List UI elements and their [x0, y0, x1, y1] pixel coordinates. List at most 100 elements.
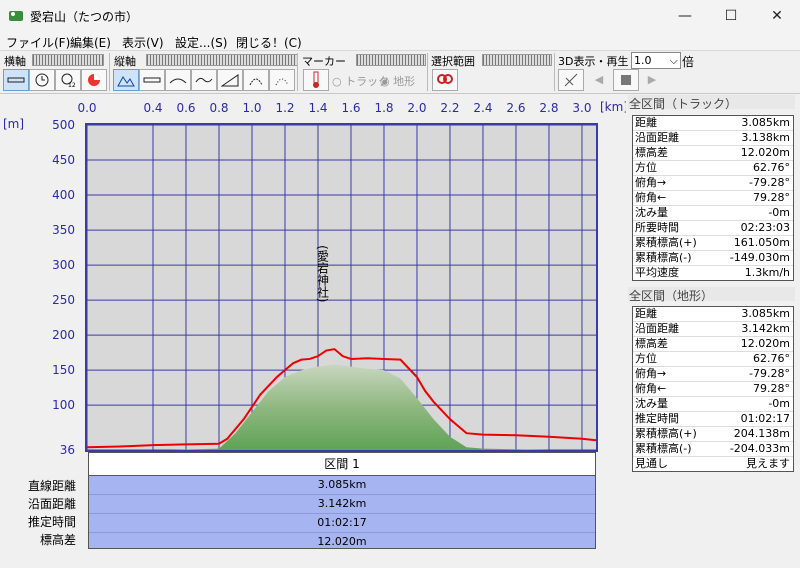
clock-123-icon[interactable]: 123 [55, 69, 81, 91]
track-section-title: 全区間（トラック） [628, 95, 795, 111]
axis-distance-button[interactable] [3, 69, 29, 91]
slope-icon[interactable] [217, 69, 243, 91]
yokojiku-slider[interactable] [32, 54, 104, 66]
x-tick-label: 2.4 [473, 101, 492, 115]
stat-value: 79.28° [753, 191, 790, 204]
stat-value: -0m [768, 206, 790, 219]
window-title: 愛宕山（たつの市） [30, 10, 139, 24]
x-tick-label: 1.4 [308, 101, 327, 115]
rewind-icon[interactable]: ◀ [587, 69, 611, 89]
toolbar-separator [554, 53, 555, 91]
svg-text:123: 123 [68, 82, 76, 88]
toolbar-separator [109, 53, 110, 91]
stat-value: -0m [768, 397, 790, 410]
stat-label: 距離 [635, 307, 657, 320]
stat-row: 見通し 見えます [633, 457, 793, 471]
segment-header: 区間 1 [88, 452, 596, 476]
menu-settings[interactable]: 設定...(S) [175, 34, 227, 51]
stat-label: 標高差 [635, 337, 668, 350]
stat-label: 距離 [635, 116, 657, 129]
stat-value: 3.142km [741, 322, 790, 335]
clock-icon[interactable] [29, 69, 55, 91]
speed-unit: 倍 [682, 55, 695, 69]
stat-label: 沿面距離 [635, 322, 679, 335]
track-stats-table: 距離 3.085km 沿面距離 3.138km 標高差 12.020m 方位 62.76° 俯角… [632, 115, 794, 281]
segment-value: 01:02:17 [89, 514, 595, 533]
stat-row: 沿面距離 3.138km [633, 131, 793, 146]
stat-row: 俯角→ -79.28° [633, 176, 793, 191]
satellite-icon[interactable] [558, 69, 584, 91]
x-tick-label: 2.6 [506, 101, 525, 115]
y-tick-label: 150 [52, 363, 75, 377]
stat-row: 標高差 12.020m [633, 146, 793, 161]
toolbar: 横軸 123 縦軸 マーカー ○ トラック ◉ 地形 選択範囲 3D表示・再生 … [0, 50, 800, 94]
segment-label: 標高差 [39, 533, 76, 547]
terrain-b-icon[interactable] [243, 69, 269, 91]
profile-mountain-icon[interactable] [113, 69, 139, 91]
stat-label: 推定時間 [635, 412, 679, 425]
stat-label: 累積標高(-) [635, 442, 692, 455]
segment-value: 3.142km [89, 495, 595, 514]
segment-label: 推定時間 [27, 515, 76, 529]
stop-icon[interactable] [613, 69, 639, 91]
thermometer-icon[interactable] [303, 69, 329, 91]
close-button[interactable]: ✕ [754, 0, 800, 32]
stat-label: 平均速度 [635, 266, 679, 279]
stat-row: 所要時間 02:23:03 [633, 221, 793, 236]
maximize-button[interactable]: ☐ [708, 0, 754, 32]
stat-value: 3.085km [741, 307, 790, 320]
stat-row: 推定時間 01:02:17 [633, 412, 793, 427]
pie-clock-icon[interactable] [81, 69, 107, 91]
stat-label: 沈み量 [635, 206, 668, 219]
y-tick-label: 250 [52, 293, 75, 307]
x-tick-label: 0.4 [143, 101, 162, 115]
marker-slider[interactable] [356, 54, 426, 66]
stat-row: 俯角← 79.28° [633, 191, 793, 206]
curve-profile-icon[interactable] [165, 69, 191, 91]
stat-value: -149.030m [729, 251, 790, 264]
stat-row: 方位 62.76° [633, 161, 793, 176]
view3d-label: 3D表示・再生 [558, 55, 629, 68]
stat-value: 12.020m [740, 146, 790, 159]
stat-row: 累積標高(+) 204.138m [633, 427, 793, 442]
y-unit: [m] [3, 117, 24, 131]
app-icon [9, 11, 23, 21]
selection-lock-icon[interactable] [432, 69, 458, 91]
stat-value: -79.28° [749, 176, 790, 189]
menu-bar: ファイル(F) 編集(E) 表示(V) 設定...(S) 閉じる！(C) [0, 32, 800, 50]
stat-label: 累積標高(+) [635, 236, 697, 249]
stat-row: 俯角← 79.28° [633, 382, 793, 397]
y-tick-label: 500 [52, 118, 75, 132]
tatejiku-label: 縦軸 [114, 55, 136, 68]
toolbar-separator [297, 53, 298, 91]
terrain-radio-label: 地形 [393, 75, 416, 88]
stat-label: 俯角← [635, 382, 667, 395]
menu-edit[interactable]: 編集(E) [70, 34, 111, 51]
flat-profile-icon[interactable] [139, 69, 165, 91]
x-tick-label: 0.8 [209, 101, 228, 115]
menu-file[interactable]: ファイル(F) [6, 34, 70, 51]
selection-slider[interactable] [482, 54, 552, 66]
menu-close[interactable]: 閉じる！(C) [236, 34, 302, 51]
stat-label: 標高差 [635, 146, 668, 159]
minimize-button[interactable]: — [662, 0, 708, 32]
stat-row: 沈み量 -0m [633, 397, 793, 412]
terrain-radio[interactable]: ◉ 地形 [380, 73, 415, 89]
x-tick-label: 1.6 [341, 101, 360, 115]
tatejiku-slider[interactable] [146, 54, 298, 66]
stat-value: 62.76° [753, 352, 790, 365]
segment-table: 3.085km 3.142km 01:02:17 12.020m [88, 475, 596, 549]
wave-profile-icon[interactable] [191, 69, 217, 91]
y-tick-label: 300 [52, 258, 75, 272]
stat-row: 方位 62.76° [633, 352, 793, 367]
menu-view[interactable]: 表示(V) [122, 34, 164, 51]
y-tick-label: 450 [52, 153, 75, 167]
stat-value: 62.76° [753, 161, 790, 174]
stat-row: 標高差 12.020m [633, 337, 793, 352]
speed-select[interactable]: 1.0 ⌵ [631, 52, 681, 69]
play-icon[interactable]: ▶ [640, 69, 664, 89]
terrain-c-icon[interactable] [269, 69, 295, 91]
stat-row: 累積標高(+) 161.050m [633, 236, 793, 251]
x-tick-label: 0.0 [77, 101, 96, 115]
stat-row: 距離 3.085km [633, 307, 793, 322]
